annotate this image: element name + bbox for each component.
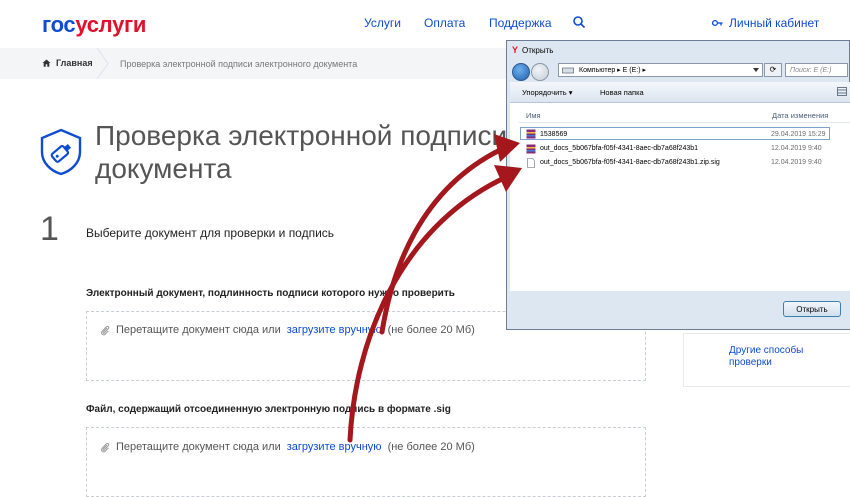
file-date: 29.04.2019 15:29 <box>771 131 826 138</box>
step-number: 1 <box>40 210 59 248</box>
file-date: 12.04.2019 9:40 <box>771 159 822 166</box>
page-title: Проверка электронной подписи документа <box>95 120 508 184</box>
file-name[interactable]: 1538569 <box>540 131 567 138</box>
file-icon <box>527 158 535 168</box>
forward-button[interactable] <box>531 63 549 81</box>
dialog-titlebar: Y Открыть <box>512 45 553 55</box>
archive-icon <box>526 144 536 154</box>
file-name[interactable]: out_docs_5b067bfa-f05f-4341-8aec-db7a68f… <box>540 159 720 166</box>
refresh-button[interactable]: ⟳ <box>764 63 782 77</box>
open-button[interactable]: Открыть <box>783 301 841 317</box>
organize-button[interactable]: Упорядочить ▾ <box>522 88 572 97</box>
file-name[interactable]: out_docs_5b067bfa-f05f-4341-8aec-db7a68f… <box>540 145 698 152</box>
signature-drop-text: Перетащите документ сюда или загрузите в… <box>100 441 475 453</box>
paperclip-icon <box>100 442 110 452</box>
personal-cabinet-link[interactable]: Личный кабинет <box>712 16 819 30</box>
view-options-icon[interactable] <box>837 87 847 96</box>
dialog-search-input[interactable]: Поиск: E (E:) <box>785 63 848 77</box>
drop-prefix: Перетащите документ сюда или <box>116 441 281 453</box>
signature-dropzone[interactable] <box>86 427 646 497</box>
file-date: 12.04.2019 9:40 <box>771 145 822 152</box>
home-icon <box>42 59 51 67</box>
nav-support[interactable]: Поддержка <box>489 16 552 30</box>
logo-part1: гос <box>42 12 76 37</box>
drop-size-limit: (не более 20 Мб) <box>387 324 475 336</box>
key-icon <box>712 19 723 27</box>
new-folder-button[interactable]: Новая папка <box>600 88 644 97</box>
logo-part2: услуги <box>75 12 147 37</box>
paperclip-icon <box>100 325 110 335</box>
signature-check-icon <box>40 128 82 176</box>
drive-icon <box>562 67 574 74</box>
archive-icon <box>526 129 536 139</box>
yandex-browser-icon: Y <box>512 45 519 55</box>
breadcrumb-home[interactable]: Главная <box>42 58 93 68</box>
other-methods-link[interactable]: Другие способы проверки <box>729 345 829 369</box>
nav-payment[interactable]: Оплата <box>424 16 465 30</box>
arrow-to-signature <box>347 177 503 443</box>
breadcrumb-separator <box>96 48 109 79</box>
upload-manually-link[interactable]: загрузите вручную <box>287 324 382 336</box>
document-field-label: Электронный документ, подлинность подпис… <box>86 288 455 299</box>
step-instruction: Выберите документ для проверки и подпись <box>86 226 335 240</box>
drop-size-limit: (не более 20 Мб) <box>387 441 475 453</box>
nav-services[interactable]: Услуги <box>364 16 401 30</box>
header-divider <box>519 122 850 123</box>
breadcrumb-home-label: Главная <box>56 58 93 68</box>
gosuslugi-logo[interactable]: госуслуги <box>42 12 146 38</box>
dialog-title: Открыть <box>522 45 554 55</box>
address-bar[interactable]: Компьютер ▸ E (E:) ▸ <box>558 63 763 77</box>
back-button[interactable] <box>512 63 530 81</box>
chevron-down-icon[interactable] <box>752 67 760 73</box>
address-path: Компьютер ▸ E (E:) ▸ <box>579 67 646 74</box>
cabinet-label: Личный кабинет <box>729 16 820 30</box>
column-date-header[interactable]: Дата изменения <box>772 111 828 120</box>
column-name-header[interactable]: Имя <box>526 111 541 120</box>
breadcrumb-current: Проверка электронной подписи электронног… <box>120 59 358 69</box>
upload-manually-link[interactable]: загрузите вручную <box>287 441 382 453</box>
drop-prefix: Перетащите документ сюда или <box>116 324 281 336</box>
document-drop-text: Перетащите документ сюда или загрузите в… <box>100 324 475 336</box>
signature-field-label: Файл, содержащий отсоединенную электронн… <box>86 404 451 415</box>
search-icon[interactable] <box>572 15 586 29</box>
